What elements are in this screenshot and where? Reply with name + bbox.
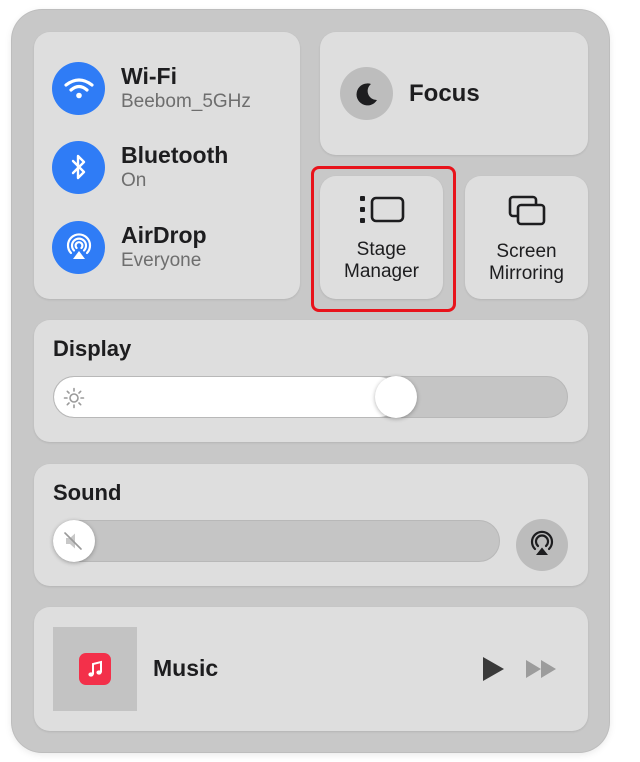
focus-tile[interactable]: Focus (320, 32, 588, 155)
wifi-title: Wi-Fi (121, 63, 177, 89)
wifi-network-name: Beebom_5GHz (121, 91, 251, 112)
airdrop-title: AirDrop (121, 222, 207, 248)
volume-knob[interactable] (53, 520, 95, 562)
stage-manager-highlight-box (311, 166, 456, 312)
now-playing-title: Music (153, 655, 219, 681)
screen-mirroring-button[interactable]: Screen Mirroring (465, 176, 588, 299)
fast-forward-icon[interactable] (524, 657, 560, 686)
bluetooth-status: On (121, 170, 147, 191)
screen-mirroring-label: Screen Mirroring (489, 241, 564, 284)
display-tile: Display (34, 320, 588, 442)
volume-slider[interactable] (53, 520, 500, 562)
airplay-audio-button[interactable] (516, 519, 568, 571)
bluetooth-title: Bluetooth (121, 142, 229, 168)
mute-icon (63, 530, 85, 557)
sound-tile: Sound (34, 464, 588, 586)
bluetooth-icon[interactable] (52, 140, 105, 194)
wifi-control[interactable]: Wi-Fi Beebom_5GHz (52, 61, 292, 115)
focus-label: Focus (409, 79, 480, 107)
music-note-icon (79, 653, 111, 685)
airdrop-icon[interactable] (52, 220, 105, 274)
play-icon[interactable] (480, 655, 506, 688)
airdrop-control[interactable]: AirDrop Everyone (52, 220, 292, 274)
brightness-slider[interactable] (53, 376, 568, 418)
wifi-icon[interactable] (52, 61, 105, 115)
sun-icon (63, 387, 85, 414)
screen-mirroring-icon (507, 194, 547, 233)
airdrop-visibility: Everyone (121, 250, 202, 271)
airplay-audio-icon (528, 529, 556, 562)
sound-label: Sound (53, 480, 122, 505)
now-playing-tile[interactable]: Music (34, 607, 588, 731)
album-art (53, 627, 137, 711)
display-label: Display (53, 336, 132, 361)
brightness-fill (54, 377, 399, 417)
brightness-knob[interactable] (374, 376, 417, 418)
moon-icon (340, 67, 393, 120)
bluetooth-control[interactable]: Bluetooth On (52, 140, 292, 194)
